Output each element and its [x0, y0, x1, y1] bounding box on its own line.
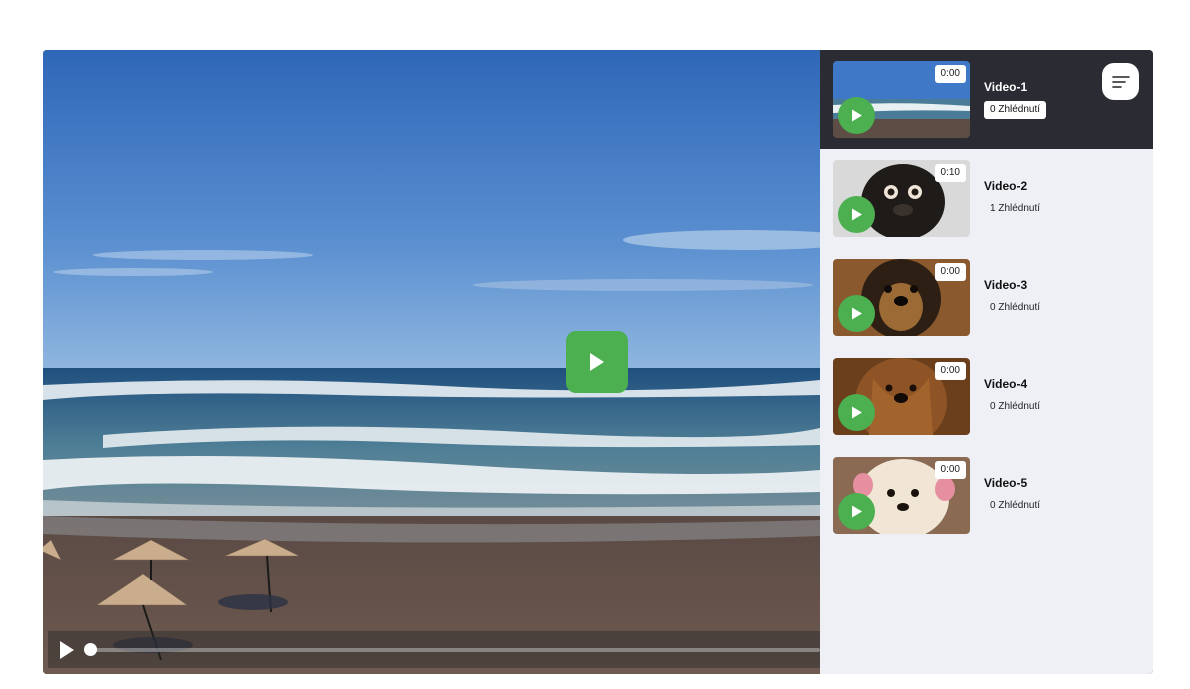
- thumbnail: 0:00: [833, 259, 970, 336]
- thumbnail: 0:00: [833, 358, 970, 435]
- beach-scene-frame: [43, 50, 820, 674]
- video-title: Video-5: [984, 476, 1028, 490]
- duration-badge: 0:10: [934, 164, 966, 182]
- progress-bar[interactable]: [90, 648, 820, 652]
- playlist-item-video-3[interactable]: 0:00 Video-3 0 Zhlédnutí: [820, 248, 1153, 347]
- play-icon[interactable]: [838, 394, 875, 431]
- thumbnail: 0:00: [833, 457, 970, 534]
- play-icon[interactable]: [838, 97, 875, 134]
- play-icon[interactable]: [838, 493, 875, 530]
- progress-handle[interactable]: [84, 643, 97, 656]
- video-title: Video-1: [984, 80, 1028, 94]
- playlist-item-video-5[interactable]: 0:00 Video-5 0 Zhlédnutí: [820, 446, 1153, 545]
- play-icon[interactable]: [838, 295, 875, 332]
- playlist-item-video-1[interactable]: 0:00 Video-1 0 Zhlédnutí: [820, 50, 1153, 149]
- view-count-badge: 0 Zhlédnutí: [990, 302, 1041, 313]
- video-playlist-player: 0:00 Video-1 0 Zhlédnutí 0:10 Video-2 1 …: [43, 50, 1153, 674]
- view-count-badge: 0 Zhlédnutí: [990, 500, 1041, 511]
- player-controls-bar: [48, 631, 820, 668]
- view-count-badge: 0 Zhlédnutí: [990, 401, 1041, 412]
- playlist-item-video-2[interactable]: 0:10 Video-2 1 Zhlédnutí: [820, 149, 1153, 248]
- view-count-badge: 1 Zhlédnutí: [990, 203, 1041, 214]
- duration-badge: 0:00: [934, 461, 966, 479]
- duration-badge: 0:00: [934, 65, 966, 83]
- video-title: Video-3: [984, 278, 1028, 292]
- view-count-badge: 0 Zhlédnutí: [984, 101, 1047, 119]
- duration-badge: 0:00: [934, 263, 966, 281]
- sort-button[interactable]: [1102, 63, 1139, 100]
- big-play-button[interactable]: [566, 331, 628, 393]
- play-icon[interactable]: [838, 196, 875, 233]
- video-title: Video-2: [984, 179, 1028, 193]
- sort-icon: [1111, 75, 1130, 88]
- play-icon[interactable]: [58, 640, 76, 660]
- thumbnail: 0:10: [833, 160, 970, 237]
- playlist-item-video-4[interactable]: 0:00 Video-4 0 Zhlédnutí: [820, 347, 1153, 446]
- thumbnail: 0:00: [833, 61, 970, 138]
- duration-badge: 0:00: [934, 362, 966, 380]
- video-title: Video-4: [984, 377, 1028, 391]
- playlist-sidebar: 0:00 Video-1 0 Zhlédnutí 0:10 Video-2 1 …: [820, 50, 1153, 674]
- play-icon: [590, 353, 604, 371]
- main-video[interactable]: [43, 50, 820, 674]
